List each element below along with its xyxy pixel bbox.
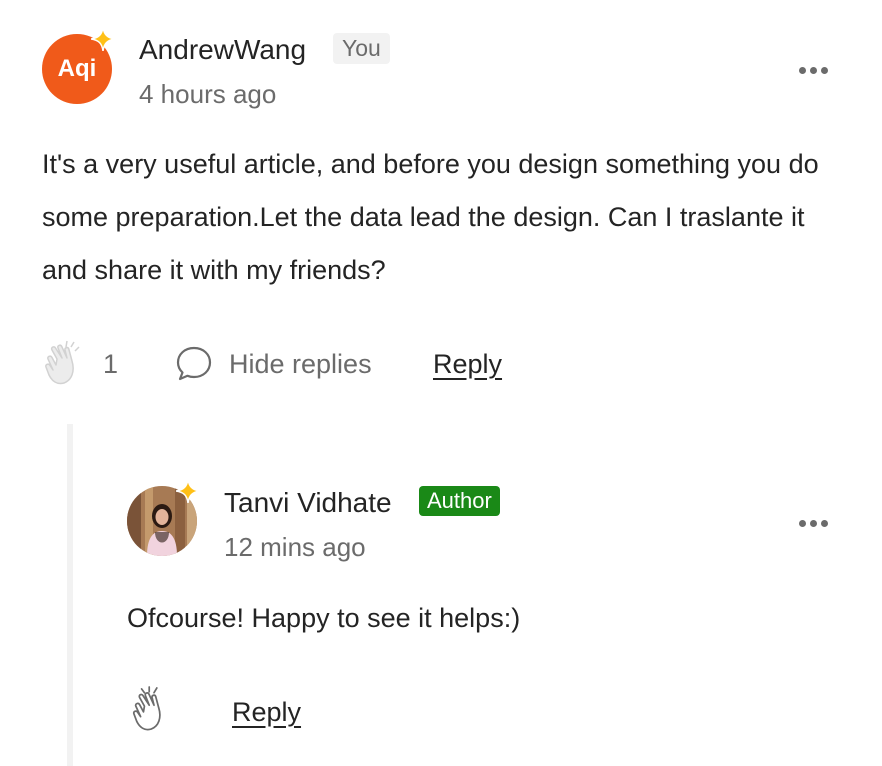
clap-icon bbox=[45, 340, 80, 385]
comment-more-button[interactable] bbox=[799, 67, 828, 74]
reply-thread-line bbox=[67, 424, 73, 766]
comment-author-name[interactable]: AndrewWang bbox=[139, 34, 306, 66]
comment-reply-link[interactable]: Reply bbox=[433, 349, 502, 380]
comment-timestamp: 4 hours ago bbox=[139, 79, 277, 109]
reply-more-button[interactable] bbox=[799, 520, 828, 527]
reply-body: Ofcourse! Happy to see it helps:) bbox=[127, 603, 521, 633]
avatar-text: Aqi bbox=[57, 55, 97, 82]
comment-avatar[interactable]: Aqi bbox=[42, 26, 116, 104]
clap-icon bbox=[132, 686, 161, 731]
hide-replies-button[interactable] bbox=[175, 345, 213, 388]
comment-body: It's a very useful article, and before y… bbox=[42, 149, 819, 285]
member-star-icon bbox=[175, 478, 201, 504]
clap-button[interactable] bbox=[44, 338, 90, 391]
reply-avatar[interactable] bbox=[127, 478, 201, 556]
more-horizontal-icon bbox=[799, 67, 806, 74]
reply-clap-button[interactable] bbox=[132, 686, 176, 737]
author-badge: Author bbox=[419, 486, 500, 516]
reply-author-name[interactable]: Tanvi Vidhate bbox=[224, 487, 392, 519]
you-badge: You bbox=[333, 33, 390, 64]
clap-count: 1 bbox=[103, 349, 119, 379]
hide-replies-label[interactable]: Hide replies bbox=[229, 349, 372, 380]
speech-bubble-icon bbox=[176, 346, 212, 381]
reply-reply-link[interactable]: Reply bbox=[232, 697, 301, 728]
member-star-icon bbox=[90, 26, 116, 52]
more-horizontal-icon bbox=[799, 520, 806, 527]
reply-timestamp: 12 mins ago bbox=[224, 532, 366, 562]
